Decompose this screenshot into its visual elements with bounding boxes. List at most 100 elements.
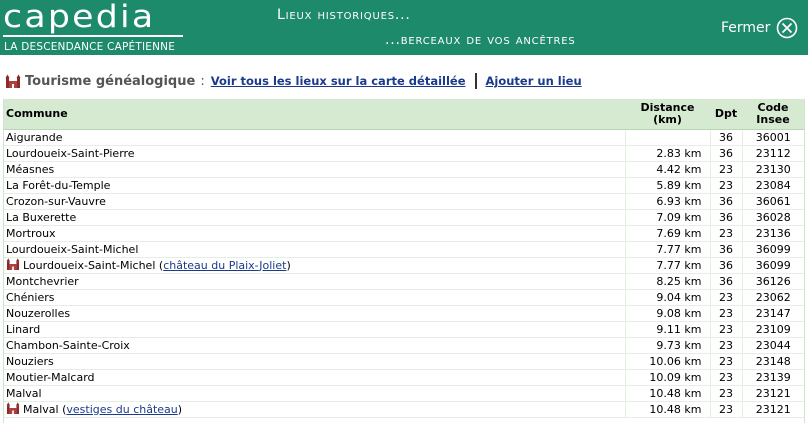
commune-cell: Nouzerolles [4, 305, 625, 322]
historic-site-link[interactable]: vestiges du château [66, 403, 177, 416]
dpt-cell: 23 [709, 305, 742, 322]
castle-icon [5, 74, 21, 88]
commune-name: La Forêt-du-Temple [6, 178, 111, 192]
distance-cell: 9.11 km [624, 321, 710, 338]
table-row: Aigurande 36 36001 [4, 129, 804, 146]
distance-cell [624, 129, 710, 146]
page-title-line1: Lieux historiques... [277, 7, 411, 23]
distance-cell: 7.77 km [624, 257, 710, 274]
commune-name: Mortroux [6, 226, 56, 240]
close-button[interactable]: Fermer [721, 16, 798, 40]
code-insee-cell: 36001 [741, 129, 804, 146]
table-row: Lourdoueix-Saint-Michel 7.77 km 36 36099 [4, 241, 804, 258]
table-row: La Buxerette 7.09 km 36 36028 [4, 209, 804, 226]
commune-name: Méasnes [6, 162, 55, 176]
code-insee-cell: 23147 [741, 305, 804, 322]
dpt-cell: 23 [709, 289, 742, 306]
commune-cell: Méasnes [4, 161, 625, 178]
tagline: LA DESCENDANCE CAPÉTIENNE [4, 41, 176, 53]
places-table-container[interactable]: Commune Distance (km) Dpt Code Insee Aig… [3, 99, 805, 423]
code-insee-cell: 23148 [741, 353, 804, 370]
toolbar: Tourisme généalogique : Voir tous les li… [5, 72, 582, 90]
code-insee-cell: 23084 [741, 177, 804, 194]
code-insee-cell: 23112 [741, 145, 804, 162]
distance-cell: 7.77 km [624, 241, 710, 258]
castle-icon [6, 257, 20, 270]
places-table: Commune Distance (km) Dpt Code Insee Aig… [4, 99, 804, 418]
table-row: Crozon-sur-Vauvre 6.93 km 36 36061 [4, 193, 804, 210]
castle-icon [6, 401, 20, 414]
dpt-cell: 36 [709, 241, 742, 258]
close-icon [777, 17, 798, 39]
title-colon: : [200, 73, 205, 89]
commune-name: La Buxerette [6, 210, 77, 224]
commune-cell: Lourdoueix-Saint-Michel (château du Plai… [4, 257, 625, 274]
commune-name: Lourdoueix-Saint-Michel [23, 258, 156, 272]
commune-name: Crozon-sur-Vauvre [6, 194, 106, 208]
table-row: Mortroux 7.69 km 23 23136 [4, 225, 804, 242]
commune-cell: Montchevrier [4, 273, 625, 290]
commune-name: Malval [23, 402, 59, 416]
commune-name: Chambon-Sainte-Croix [6, 338, 130, 352]
distance-cell: 9.08 km [624, 305, 710, 322]
dpt-cell: 23 [709, 385, 742, 402]
distance-cell: 6.93 km [624, 193, 710, 210]
table-row: Lourdoueix-Saint-Michel (château du Plai… [4, 257, 804, 274]
column-header-code[interactable]: Code Insee [742, 99, 804, 130]
historic-site-link[interactable]: château du Plaix-Joliet [163, 259, 286, 272]
dpt-cell: 36 [709, 209, 742, 226]
commune-cell: Moutier-Malcard [4, 369, 625, 386]
distance-cell: 8.25 km [624, 273, 710, 290]
table-header-row: Commune Distance (km) Dpt Code Insee [4, 99, 804, 130]
distance-cell: 10.09 km [624, 369, 710, 386]
dpt-cell: 23 [709, 161, 742, 178]
section-title: Tourisme généalogique [25, 73, 196, 89]
view-map-link[interactable]: Voir tous les lieux sur la carte détaill… [211, 74, 466, 88]
add-place-link[interactable]: Ajouter un lieu [486, 74, 582, 88]
column-header-distance[interactable]: Distance (km) [625, 99, 710, 130]
table-row: Linard 9.11 km 23 23109 [4, 321, 804, 338]
table-row: Malval (vestiges du château) 10.48 km 23 23… [4, 401, 804, 418]
distance-cell: 4.42 km [624, 161, 710, 178]
commune-name: Moutier-Malcard [6, 370, 95, 384]
code-insee-cell: 36099 [741, 241, 804, 258]
commune-cell: Mortroux [4, 225, 625, 242]
distance-cell: 9.73 km [624, 337, 710, 354]
commune-cell: Chéniers [4, 289, 625, 306]
dpt-cell: 23 [709, 369, 742, 386]
code-insee-cell: 23062 [741, 289, 804, 306]
dpt-cell: 23 [709, 321, 742, 338]
page-title-line2: ...berceaux de vos ancêtres [385, 32, 576, 48]
commune-cell: Linard [4, 321, 625, 338]
column-header-commune[interactable]: Commune [4, 99, 625, 130]
commune-cell: Malval (vestiges du château) [4, 401, 625, 418]
code-insee-cell: 23109 [741, 321, 804, 338]
distance-cell: 2.83 km [624, 145, 710, 162]
commune-name: Lourdoueix-Saint-Michel [6, 242, 139, 256]
commune-name: Chéniers [6, 290, 55, 304]
distance-cell: 10.48 km [624, 385, 710, 402]
code-insee-cell: 23139 [741, 369, 804, 386]
commune-cell: Crozon-sur-Vauvre [4, 193, 625, 210]
code-insee-cell: 23044 [741, 337, 804, 354]
dpt-cell: 36 [709, 193, 742, 210]
commune-cell: Nouziers [4, 353, 625, 370]
app-header: capedia LA DESCENDANCE CAPÉTIENNE Lieux … [0, 0, 808, 55]
commune-name: Malval [6, 386, 42, 400]
code-insee-cell: 36028 [741, 209, 804, 226]
logo[interactable]: capedia [3, 1, 155, 34]
table-row: Malval 10.48 km 23 23121 [4, 385, 804, 402]
distance-cell: 9.04 km [624, 289, 710, 306]
table-row: Montchevrier 8.25 km 36 36126 [4, 273, 804, 290]
code-insee-cell: 23136 [741, 225, 804, 242]
table-row: Méasnes 4.42 km 23 23130 [4, 161, 804, 178]
commune-name: Linard [6, 322, 41, 336]
commune-name: Montchevrier [6, 274, 79, 288]
table-row: Nouzerolles 9.08 km 23 23147 [4, 305, 804, 322]
dpt-cell: 23 [709, 401, 742, 418]
distance-cell: 10.06 km [624, 353, 710, 370]
column-header-dpt[interactable]: Dpt [710, 99, 742, 130]
commune-name: Nouzerolles [6, 306, 71, 320]
code-insee-cell: 23121 [741, 385, 804, 402]
dpt-cell: 23 [709, 225, 742, 242]
